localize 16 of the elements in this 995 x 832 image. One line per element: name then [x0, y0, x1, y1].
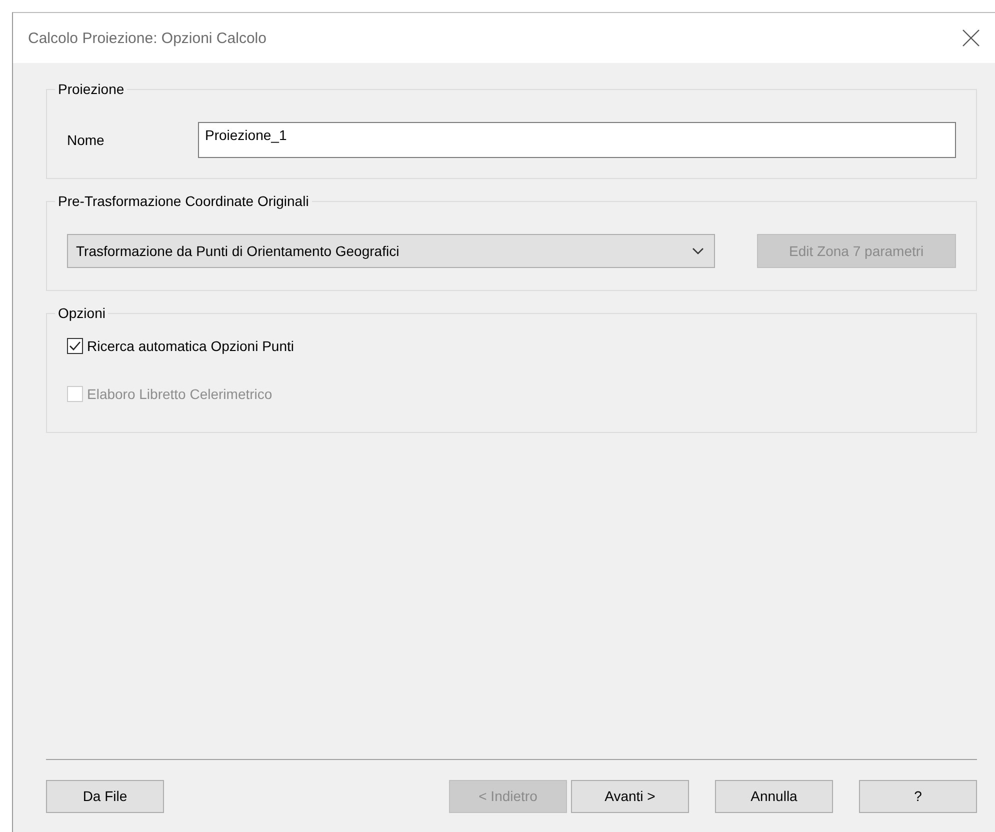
dialog-button[interactable]: Avanti >: [571, 780, 689, 812]
group-label: Proiezione: [55, 81, 128, 97]
checkbox-label: Elaboro Libretto Celerimetrico: [87, 386, 272, 402]
dialog-button[interactable]: Da File: [46, 780, 164, 812]
input-field[interactable]: Proiezione_1: [198, 122, 956, 158]
dialog-button[interactable]: Annulla: [715, 780, 833, 812]
field-label: Nome: [67, 132, 106, 148]
close-icon[interactable]: [961, 28, 981, 48]
group-label: Pre-Trasformazione Coordinate Originali: [55, 193, 312, 209]
dropdown[interactable]: Trasformazione da Punti di Orientamento Geografici: [67, 234, 715, 268]
dialog-button[interactable]: ?: [859, 780, 977, 812]
chevron-icon: [692, 247, 704, 255]
window-title: Calcolo Proiezione: Opzioni Calcolo: [28, 30, 266, 46]
checkbox[interactable]: [67, 338, 83, 354]
checkbox-label: Ricerca automatica Opzioni Punti: [87, 338, 294, 354]
group-label: Opzioni: [55, 305, 108, 321]
